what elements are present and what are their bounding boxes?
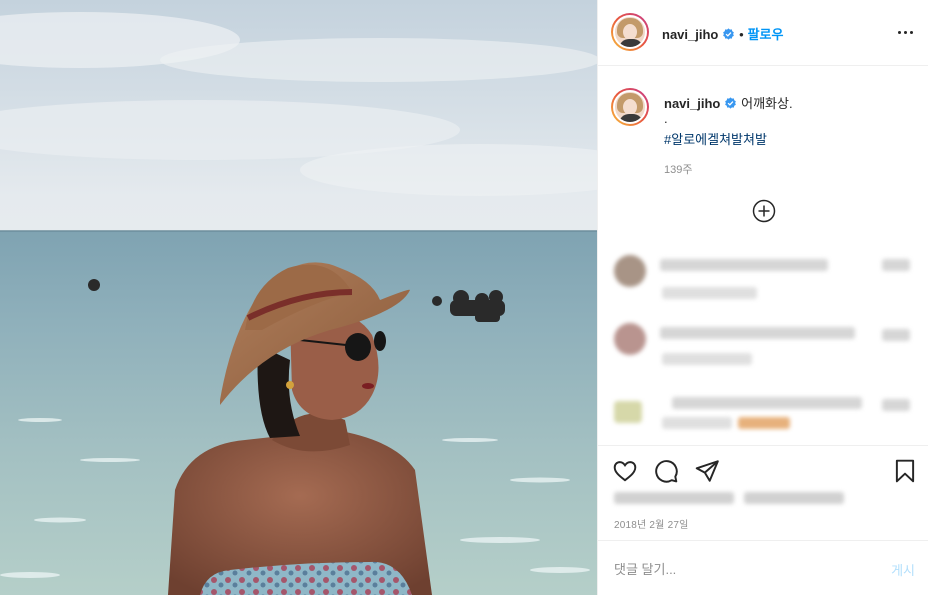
follow-separator: • (739, 27, 744, 42)
author-avatar[interactable] (611, 13, 649, 51)
post-header: navi_jiho • 팔로우 (598, 0, 928, 66)
caption-line-2: . (664, 111, 668, 126)
share-paper-plane-icon[interactable] (694, 458, 720, 484)
avatar (614, 255, 646, 287)
plus-circle-icon[interactable] (752, 199, 776, 223)
post-actions: 2018년 2월 27일 (598, 445, 928, 540)
caption-username[interactable]: navi_jiho (664, 96, 720, 111)
avatar (614, 401, 642, 423)
caption-age[interactable]: 139주 (664, 161, 692, 177)
post-photo[interactable] (0, 0, 597, 595)
comment-icon[interactable] (653, 458, 679, 484)
caption-text: 어깨화상. (741, 96, 793, 111)
caption-avatar[interactable] (611, 88, 649, 126)
caption-hashtag[interactable]: #알로에겔쳐발쳐발 (664, 129, 767, 148)
post-detail-panel: navi_jiho • 팔로우 navi_jiho 어깨화상. . #알로에겔쳐… (597, 0, 928, 595)
heart-icon[interactable] (612, 458, 638, 484)
bookmark-icon[interactable] (892, 458, 918, 484)
avatar (614, 323, 646, 355)
post-date[interactable]: 2018년 2월 27일 (614, 516, 689, 531)
more-options-icon[interactable] (893, 22, 917, 42)
verified-badge-icon (723, 28, 735, 40)
beach-photo-image (0, 12, 597, 595)
follow-button[interactable]: 팔로우 (748, 27, 784, 42)
author-username[interactable]: navi_jiho (662, 27, 718, 42)
comment-bar: 게시 (598, 540, 928, 595)
verified-badge-icon (725, 97, 737, 109)
comment-input[interactable] (614, 558, 864, 580)
header-user-line: navi_jiho • 팔로우 (662, 24, 783, 43)
post-comment-button[interactable]: 게시 (891, 560, 915, 579)
caption-line: navi_jiho 어깨화상. (664, 93, 793, 112)
